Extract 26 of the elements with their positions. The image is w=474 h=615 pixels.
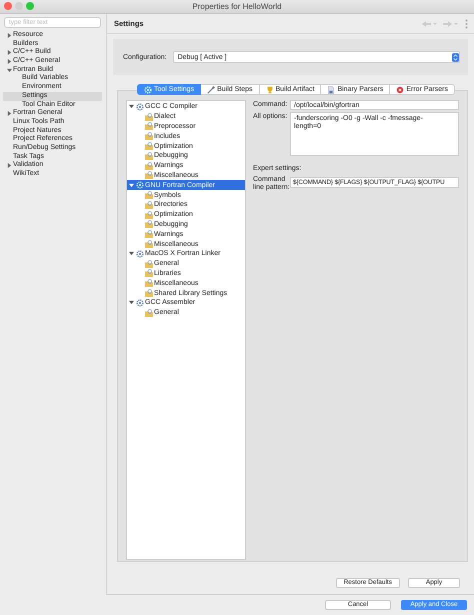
folder-icon [145, 240, 153, 248]
gear-icon [136, 298, 144, 307]
expand-arrow-icon[interactable] [129, 182, 134, 188]
gear-icon [136, 181, 144, 190]
trophy-icon [266, 86, 274, 94]
dropdown-arrows-icon[interactable] [452, 52, 459, 62]
expand-arrow-icon[interactable] [129, 300, 134, 306]
folder-icon [145, 279, 153, 288]
expand-arrow-icon[interactable] [7, 111, 12, 116]
gear-icon [136, 102, 144, 111]
expand-arrow-icon[interactable] [7, 58, 12, 64]
expand-arrow-icon[interactable] [7, 32, 12, 38]
expand-arrow-icon[interactable] [7, 163, 12, 168]
folder-icon [145, 289, 153, 298]
expand-arrow-icon[interactable] [129, 104, 134, 110]
folder-icon [145, 230, 153, 238]
expand-arrow-icon[interactable] [7, 50, 12, 56]
window-title: Properties for HelloWorld [192, 2, 282, 11]
folder-icon [145, 308, 153, 317]
gear-icon [144, 86, 152, 94]
wrench-icon [207, 86, 216, 94]
expand-arrow-icon[interactable] [129, 251, 134, 256]
folder-icon [145, 132, 153, 140]
expand-arrow-icon[interactable] [7, 68, 12, 73]
gear-icon [136, 250, 144, 258]
error-icon [396, 86, 404, 94]
